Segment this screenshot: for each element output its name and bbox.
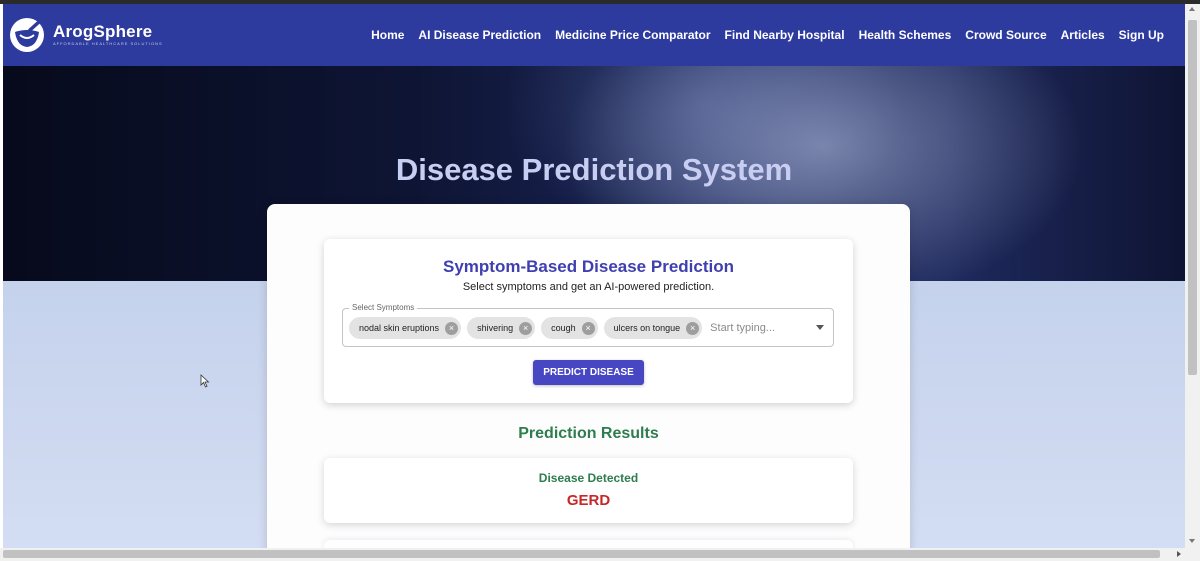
symptom-select[interactable]: Select Symptoms nodal skin eruptions × s… [342, 303, 834, 347]
horizontal-scrollbar[interactable] [0, 548, 1200, 561]
form-subtitle: Select symptoms and get an AI-powered pr… [462, 281, 715, 293]
scroll-up-icon[interactable] [1189, 7, 1195, 11]
nav-ai-disease-prediction[interactable]: AI Disease Prediction [418, 28, 541, 42]
nav-medicine-price-comparator[interactable]: Medicine Price Comparator [555, 28, 710, 42]
symptom-chip-label: nodal skin eruptions [359, 323, 440, 333]
symptom-chip: nodal skin eruptions × [349, 317, 462, 339]
navbar: ArogSphere AFFORDABLE HEALTHCARE SOLUTIO… [3, 4, 1185, 66]
nav-health-schemes[interactable]: Health Schemes [859, 28, 952, 42]
page-title: Disease Prediction System [395, 152, 793, 187]
nav-sign-up[interactable]: Sign Up [1119, 28, 1164, 42]
nav-crowd-source[interactable]: Crowd Source [965, 28, 1046, 42]
symptom-form-card: Symptom-Based Disease Prediction Select … [324, 239, 853, 403]
vertical-scroll-thumb[interactable] [1188, 20, 1197, 375]
vertical-scrollbar[interactable] [1185, 4, 1200, 548]
symptom-chip: ulcers on tongue × [603, 317, 703, 339]
remove-chip-icon[interactable]: × [445, 321, 459, 335]
brand-logo[interactable]: ArogSphere AFFORDABLE HEALTHCARE SOLUTIO… [9, 17, 163, 53]
remove-chip-icon[interactable]: × [581, 321, 595, 335]
result-card: Disease Detected GERD [324, 458, 853, 523]
symptom-chip-label: ulcers on tongue [613, 323, 681, 333]
brand-tagline: AFFORDABLE HEALTHCARE SOLUTIONS [53, 41, 163, 46]
mouse-cursor-icon [200, 374, 210, 388]
symptom-chip-label: shivering [477, 323, 514, 333]
remove-chip-icon[interactable]: × [686, 321, 700, 335]
detected-disease: GERD [566, 492, 611, 509]
nav-home[interactable]: Home [371, 28, 404, 42]
result-label: Disease Detected [538, 471, 639, 485]
brand-name: ArogSphere [53, 22, 153, 41]
nav-find-nearby-hospital[interactable]: Find Nearby Hospital [725, 28, 845, 42]
symptom-select-label: Select Symptoms [349, 303, 418, 313]
remove-chip-icon[interactable]: × [519, 321, 533, 335]
scroll-down-icon[interactable] [1189, 539, 1195, 543]
form-title: Symptom-Based Disease Prediction [443, 257, 734, 276]
nav-articles[interactable]: Articles [1061, 28, 1105, 42]
symptom-chips: nodal skin eruptions × shivering × cough… [349, 317, 807, 339]
dropdown-arrow-icon[interactable] [816, 325, 824, 330]
mortar-pestle-icon [10, 18, 44, 52]
results-title: Prediction Results [518, 425, 659, 442]
nav-links: Home AI Disease Prediction Medicine Pric… [371, 28, 1164, 42]
predict-disease-button[interactable]: PREDICT DISEASE [533, 360, 644, 385]
horizontal-scroll-thumb[interactable] [3, 550, 1160, 558]
symptom-chip: shivering × [467, 317, 536, 339]
symptom-chip: cough × [541, 317, 598, 339]
symptom-search-input[interactable] [708, 322, 807, 334]
scroll-right-icon[interactable] [1177, 551, 1181, 557]
symptom-chip-label: cough [551, 323, 576, 333]
